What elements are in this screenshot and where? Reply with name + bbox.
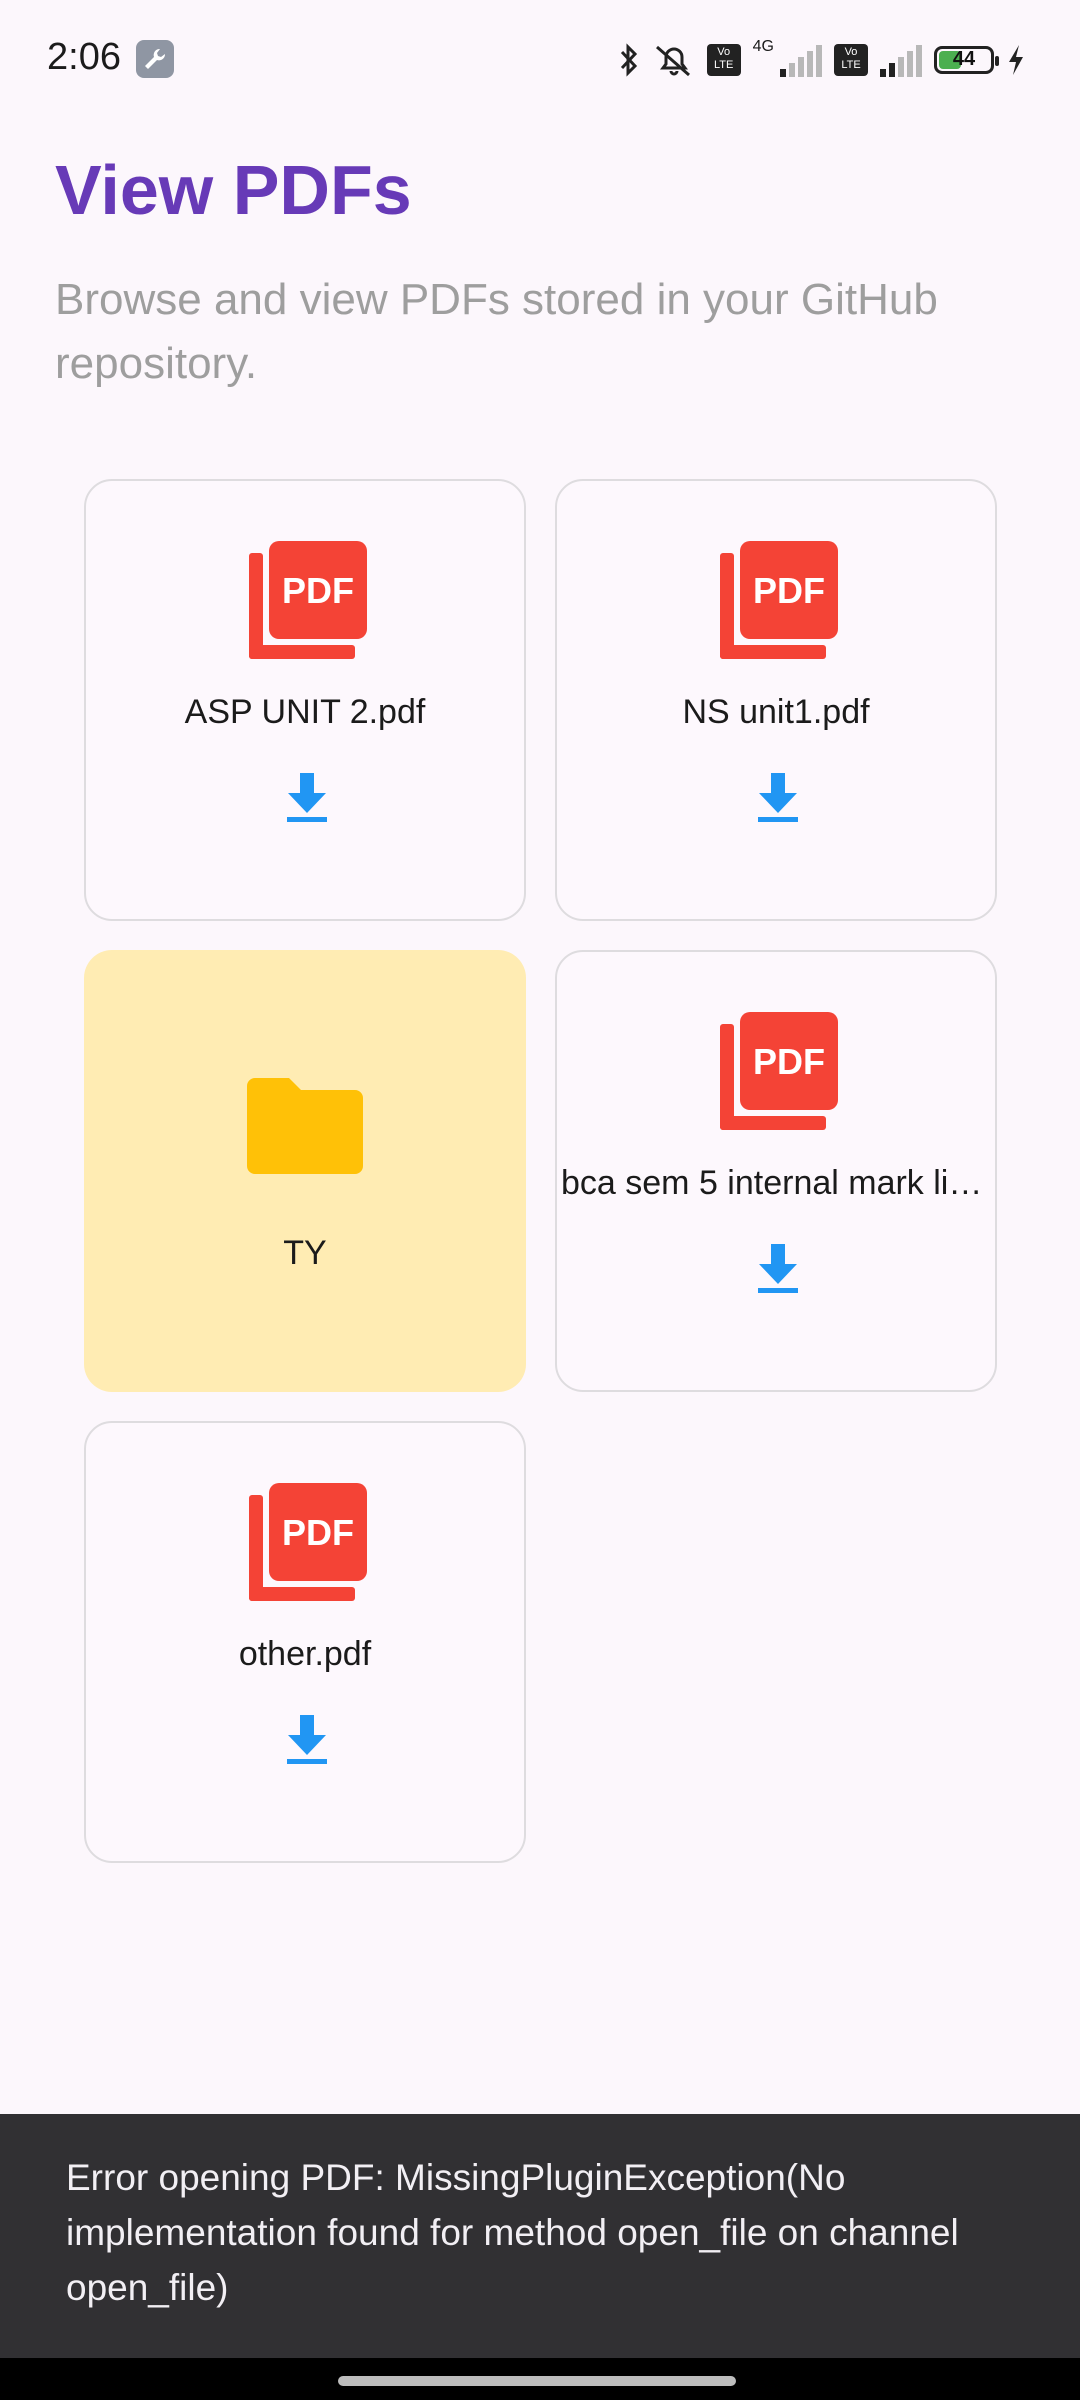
svg-text:PDF: PDF [282,570,354,611]
download-icon[interactable] [283,1713,331,1765]
error-snackbar: Error opening PDF: MissingPluginExceptio… [0,2114,1080,2358]
battery-icon: 44 [934,46,999,74]
home-indicator[interactable] [338,2376,736,2386]
file-name: NS unit1.pdf [682,693,870,731]
pdf-icon: PDF [720,541,838,659]
folder-card-ty[interactable]: TY [84,950,526,1392]
download-icon[interactable] [754,1242,802,1294]
folder-icon [247,1078,363,1174]
file-name: ASP UNIT 2.pdf [184,693,426,731]
snackbar-message: Error opening PDF: MissingPluginExceptio… [66,2157,959,2308]
pdf-icon: PDF [720,1012,838,1130]
signal-icon-2 [880,43,922,77]
volte-icon: Vo LTE [706,44,741,76]
wrench-icon [136,40,174,78]
file-card-other[interactable]: PDF other.pdf [84,1421,526,1863]
folder-name: TY [283,1234,327,1272]
pdf-icon: PDF [249,541,367,659]
pdf-icon: PDF [249,1483,367,1601]
battery-level: 44 [952,48,976,70]
mute-bell-icon [655,45,690,77]
svg-text:PDF: PDF [753,570,825,611]
status-bar: 2:06 Vo LTE 4G Vo LTE 44 [0,0,1080,120]
file-card-asp-unit-2[interactable]: PDF ASP UNIT 2.pdf [84,479,526,921]
file-card-ns-unit1[interactable]: PDF NS unit1.pdf [555,479,997,921]
signal-icon [780,43,822,77]
file-card-bca-sem-5[interactable]: PDF bca sem 5 internal mark list.pdf [555,950,997,1392]
svg-text:PDF: PDF [753,1041,825,1082]
charging-icon [1009,45,1023,75]
navigation-bar [0,2358,1080,2400]
bluetooth-icon [620,43,637,77]
download-icon[interactable] [283,771,331,823]
download-icon[interactable] [754,771,802,823]
file-name: other.pdf [238,1635,372,1673]
page-subtitle: Browse and view PDFs stored in your GitH… [55,275,938,388]
network-type-label: 4G [752,38,774,55]
file-name: bca sem 5 internal mark list.pdf [561,1164,995,1202]
volte-icon-2: Vo LTE [834,44,868,76]
status-time: 2:06 [47,36,121,78]
svg-text:PDF: PDF [282,1512,354,1553]
page-title: View PDFs [55,151,412,229]
